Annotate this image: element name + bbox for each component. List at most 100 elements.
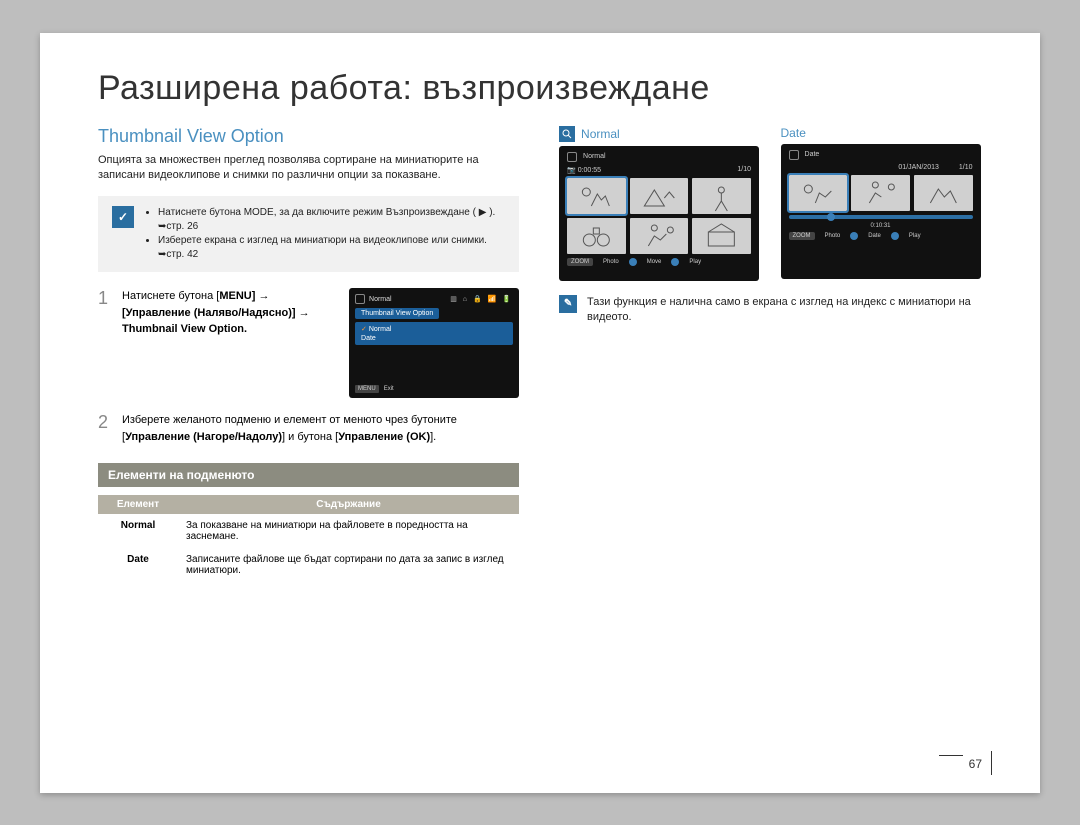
lcd-header-text: Date — [805, 151, 820, 158]
lcd-menu-preview: Normal ▥ ⌂ 🔒 📶 🔋 Thumbnail View Option N… — [349, 288, 519, 398]
thumbnail — [692, 218, 751, 254]
lcd-info-bar: 01/JAN/2013 1/10 — [789, 164, 973, 171]
lcd-top: Normal ▥ ⌂ 🔒 📶 🔋 — [355, 294, 513, 304]
submenu-table: Елемент Съдържание Normal За показване н… — [98, 495, 519, 582]
check-icon: ✓ — [112, 206, 134, 228]
menu-badge: MENU — [355, 385, 379, 393]
lcd-header: Date — [789, 150, 973, 160]
note-item: Изберете екрана с изглед на миниатюри на… — [158, 234, 505, 262]
foot: Play — [909, 233, 921, 239]
dot-icon — [629, 258, 637, 266]
step-2: 2 Изберете желаното подменю и елемент от… — [98, 412, 519, 445]
preview-date: Date Date 01/JAN/2013 1/10 — [781, 126, 982, 281]
lcd-option-selected: Normal — [359, 324, 509, 334]
preview-row: Normal Normal 📷 0:00:55 1/10 — [559, 126, 982, 281]
two-column-layout: Thumbnail View Option Опцията за множест… — [98, 126, 982, 583]
lcd-option: Date — [359, 334, 509, 343]
table-row: Date Записаните файлове ще бъдат сортира… — [98, 548, 519, 582]
step-number: 1 — [98, 288, 112, 398]
note-box: ✓ Натиснете бутона MODE, за да включите … — [98, 196, 519, 272]
page-title: Разширена работа: възпроизвеждане — [98, 69, 982, 108]
lcd-date: Date 01/JAN/2013 1/10 0:10:31 — [781, 144, 981, 279]
cell-desc: Записаните файлове ще бъдат сортирани по… — [178, 548, 519, 582]
camera-icon — [355, 294, 365, 304]
counter: 1/10 — [737, 166, 751, 174]
lcd-header: Normal — [567, 152, 751, 162]
lcd-top-icons: ▥ ⌂ 🔒 📶 🔋 — [450, 295, 513, 303]
exit-label: Exit — [381, 385, 397, 393]
timeline — [789, 215, 973, 219]
thumbnail — [692, 178, 751, 214]
dot-icon — [671, 258, 679, 266]
t: ]. — [430, 431, 436, 443]
counter: 1/10 — [959, 164, 973, 171]
table-header-row: Елемент Съдържание — [98, 495, 519, 514]
preview-head: Date — [781, 126, 982, 140]
lcd-options: Normal Date — [355, 322, 513, 345]
thumbnail — [914, 175, 973, 211]
clock: 0:00:55 — [578, 167, 601, 174]
preview-head: Normal — [559, 126, 760, 142]
lcd-footer: ZOOM Photo Date Play — [789, 232, 973, 240]
zoom-badge: ZOOM — [789, 232, 815, 240]
manual-page: Разширена работа: възпроизвеждане Thumbn… — [40, 33, 1040, 793]
dot-icon — [850, 232, 858, 240]
foot: Play — [689, 259, 701, 265]
camera-icon — [789, 150, 799, 160]
page-number: 67 — [969, 757, 982, 771]
right-note: ✎ Тази функция е налична само в екрана с… — [559, 295, 982, 326]
lcd-header-text: Normal — [583, 153, 606, 160]
cell-element: Normal — [98, 514, 178, 548]
foot: Date — [868, 233, 881, 239]
cell-desc: За показване на миниатюри на файловете в… — [178, 514, 519, 548]
lcd-footer: ZOOM Photo Move Play — [567, 258, 751, 266]
table-row: Normal За показване на миниатюри на файл… — [98, 514, 519, 548]
left-column: Thumbnail View Option Опцията за множест… — [98, 126, 519, 583]
thumbnail-grid — [567, 178, 751, 254]
col-element: Елемент — [98, 495, 178, 514]
pencil-icon: ✎ — [559, 295, 577, 313]
thumbnail — [567, 178, 626, 214]
thumbnail — [851, 175, 910, 211]
lcd-info-bar: 📷 0:00:55 1/10 — [567, 166, 751, 174]
preview-normal: Normal Normal 📷 0:00:55 1/10 — [559, 126, 760, 281]
step-number: 2 — [98, 412, 112, 445]
t: Натиснете бутона [ — [122, 290, 219, 302]
foot: Photo — [825, 233, 841, 239]
col-content: Съдържание — [178, 495, 519, 514]
t: MENU — [219, 290, 251, 302]
lcd-time: 0:10:31 — [789, 223, 973, 229]
lcd-date-value: 01/JAN/2013 — [898, 164, 938, 171]
lcd-top-label: Normal — [369, 296, 392, 303]
lcd-exit: MENUExit — [355, 386, 399, 392]
preview-label: Normal — [581, 127, 620, 141]
magnify-icon — [559, 126, 575, 142]
foot: Photo — [603, 259, 619, 265]
intro-text: Опцията за множествен преглед позволява … — [98, 153, 519, 185]
step-text: Изберете желаното подменю и елемент от м… — [122, 412, 519, 445]
submenu-heading: Елементи на подменюто — [98, 463, 519, 487]
step-text: Натиснете бутона [MENU] → [Управление (Н… — [122, 288, 339, 398]
step-1: 1 Натиснете бутона [MENU] → [Управление … — [98, 288, 519, 398]
lcd-menu-tag: Thumbnail View Option — [355, 308, 439, 319]
thumbnail-grid — [789, 175, 973, 211]
right-note-text: Тази функция е налична само в екрана с и… — [587, 295, 982, 326]
right-column: Normal Normal 📷 0:00:55 1/10 — [559, 126, 982, 583]
cell-element: Date — [98, 548, 178, 582]
note-list: Натиснете бутона MODE, за да включите ре… — [144, 206, 505, 262]
t: ] и бутона [ — [282, 431, 338, 443]
thumbnail — [567, 218, 626, 254]
section-heading: Thumbnail View Option — [98, 126, 519, 147]
thumbnail — [630, 178, 689, 214]
t: Управление (OK) — [338, 431, 430, 443]
thumbnail — [630, 218, 689, 254]
note-item: Натиснете бутона MODE, за да включите ре… — [158, 206, 505, 234]
preview-label: Date — [781, 126, 806, 140]
page-number-rule — [991, 751, 992, 775]
foot: Move — [647, 259, 662, 265]
camera-icon — [567, 152, 577, 162]
dot-icon — [891, 232, 899, 240]
thumbnail — [789, 175, 848, 211]
zoom-badge: ZOOM — [567, 258, 593, 266]
t: Управление (Нагоре/Надолу) — [125, 431, 282, 443]
